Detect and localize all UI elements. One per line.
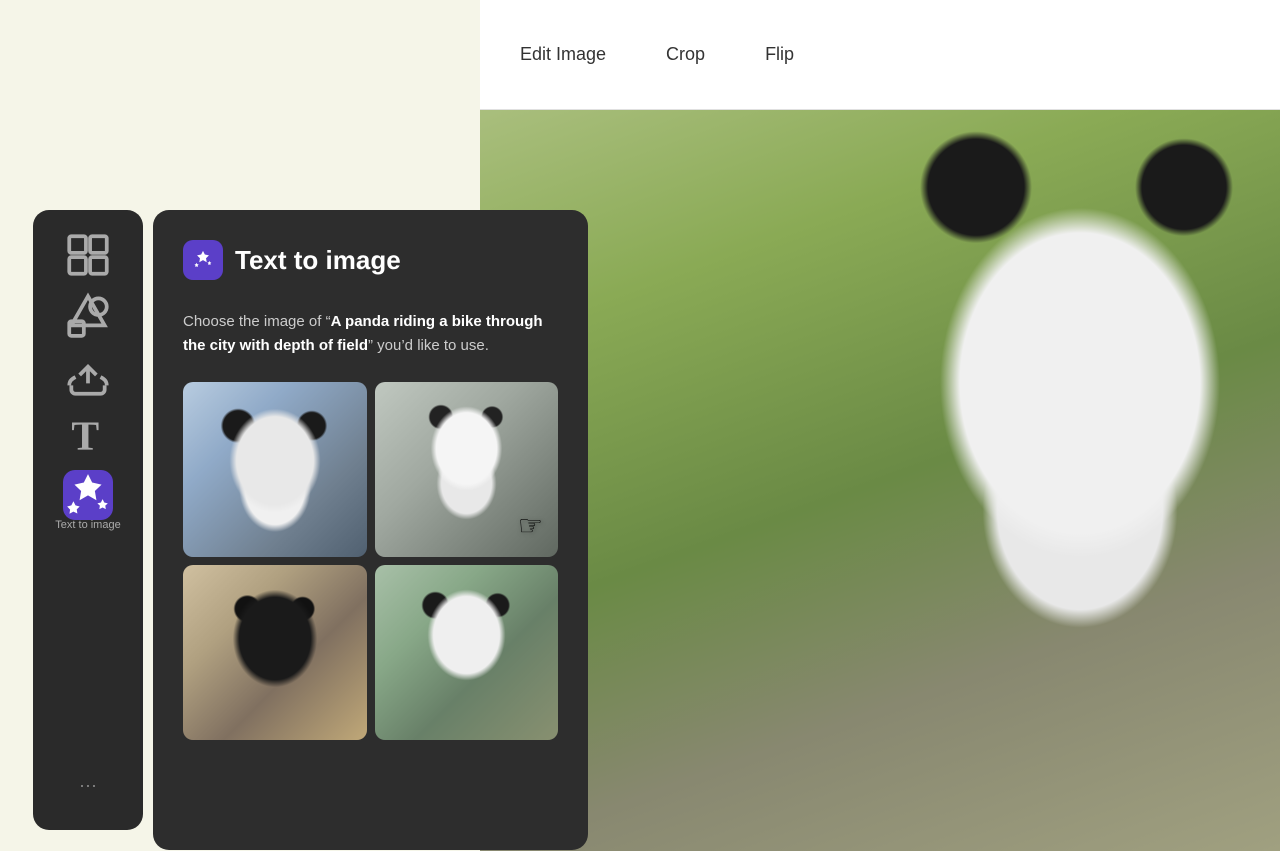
panda-main-image [480, 0, 1280, 851]
panda-image-2[interactable] [375, 382, 559, 557]
top-toolbar: Edit Image Crop Flip [480, 0, 1280, 110]
shapes-icon[interactable] [63, 290, 113, 340]
text-to-image-icon[interactable] [63, 470, 113, 520]
main-panel: Text to image Choose the image of “A pan… [153, 210, 588, 850]
image-grid [183, 382, 558, 740]
left-sidebar: T Text to image ··· [33, 210, 143, 830]
grid-icon[interactable] [63, 230, 113, 280]
sidebar-item-grid[interactable] [63, 230, 113, 280]
panel-header: Text to image [183, 240, 558, 280]
sidebar-item-text-to-image[interactable]: Text to image [55, 470, 120, 531]
panda-image-3[interactable] [183, 565, 367, 740]
sidebar-item-shapes[interactable] [63, 290, 113, 340]
panda-image-4[interactable] [375, 565, 559, 740]
panel-icon [183, 240, 223, 280]
text-to-image-label: Text to image [55, 519, 120, 531]
panda-image-1[interactable] [183, 382, 367, 557]
edit-image-button[interactable]: Edit Image [520, 36, 606, 73]
sidebar-item-text[interactable]: T [63, 410, 113, 460]
crop-button[interactable]: Crop [666, 36, 705, 73]
text-icon[interactable]: T [63, 410, 113, 460]
panel-title: Text to image [235, 245, 401, 276]
panel-description: Choose the image of “A panda riding a bi… [183, 310, 558, 358]
svg-text:T: T [71, 414, 99, 460]
sidebar-item-upload[interactable] [63, 350, 113, 400]
upload-icon[interactable] [63, 350, 113, 400]
flip-button[interactable]: Flip [765, 36, 794, 73]
more-options-button[interactable]: ··· [63, 760, 113, 810]
